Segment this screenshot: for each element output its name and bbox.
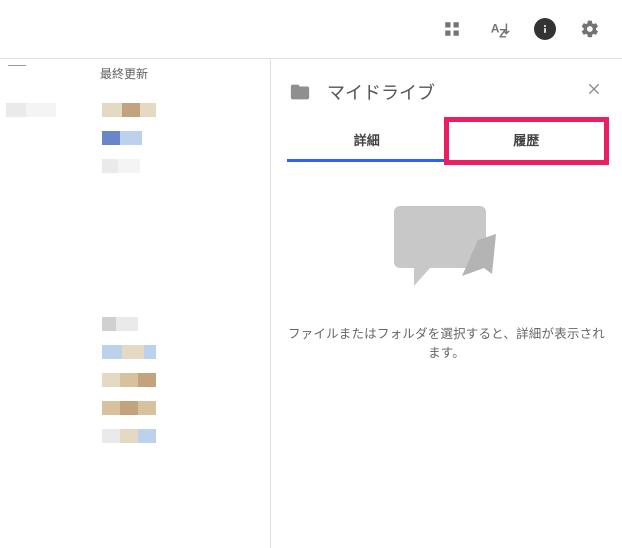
- settings-gear-icon[interactable]: [576, 15, 604, 43]
- column-divider: [8, 65, 26, 66]
- content-area: 最終更新: [0, 59, 622, 548]
- tab-activity[interactable]: 履歴: [447, 120, 607, 162]
- panel-title: マイドライブ: [327, 79, 582, 105]
- sort-az-icon[interactable]: AZ: [486, 15, 514, 43]
- grid-view-icon[interactable]: [438, 15, 466, 43]
- panel-tabs: 詳細 履歴: [287, 120, 606, 162]
- list-item[interactable]: [0, 366, 270, 394]
- toolbar: AZ: [0, 0, 622, 59]
- info-icon[interactable]: [534, 18, 556, 40]
- list-item[interactable]: [0, 152, 270, 180]
- tab-details[interactable]: 詳細: [287, 120, 447, 162]
- empty-state-icon: [392, 202, 502, 297]
- empty-state-hint: ファイルまたはフォルダを選択すると、詳細が表示されます。: [287, 323, 606, 361]
- folder-icon: [287, 81, 313, 103]
- list-item[interactable]: [0, 394, 270, 422]
- list-item[interactable]: [0, 124, 270, 152]
- file-list-pane: 最終更新: [0, 59, 270, 548]
- column-header-modified[interactable]: 最終更新: [0, 59, 270, 88]
- list-item[interactable]: [0, 338, 270, 366]
- list-item[interactable]: [0, 310, 270, 338]
- details-panel: マイドライブ 詳細 履歴 ファイルまたはフォルダを選択すると、詳細が表示されます…: [270, 59, 622, 548]
- panel-header: マイドライブ: [271, 77, 622, 120]
- list-item[interactable]: [0, 422, 270, 450]
- file-list: [0, 96, 270, 450]
- close-icon[interactable]: [582, 77, 606, 106]
- panel-body: ファイルまたはフォルダを選択すると、詳細が表示されます。: [271, 162, 622, 361]
- list-item[interactable]: [0, 96, 270, 124]
